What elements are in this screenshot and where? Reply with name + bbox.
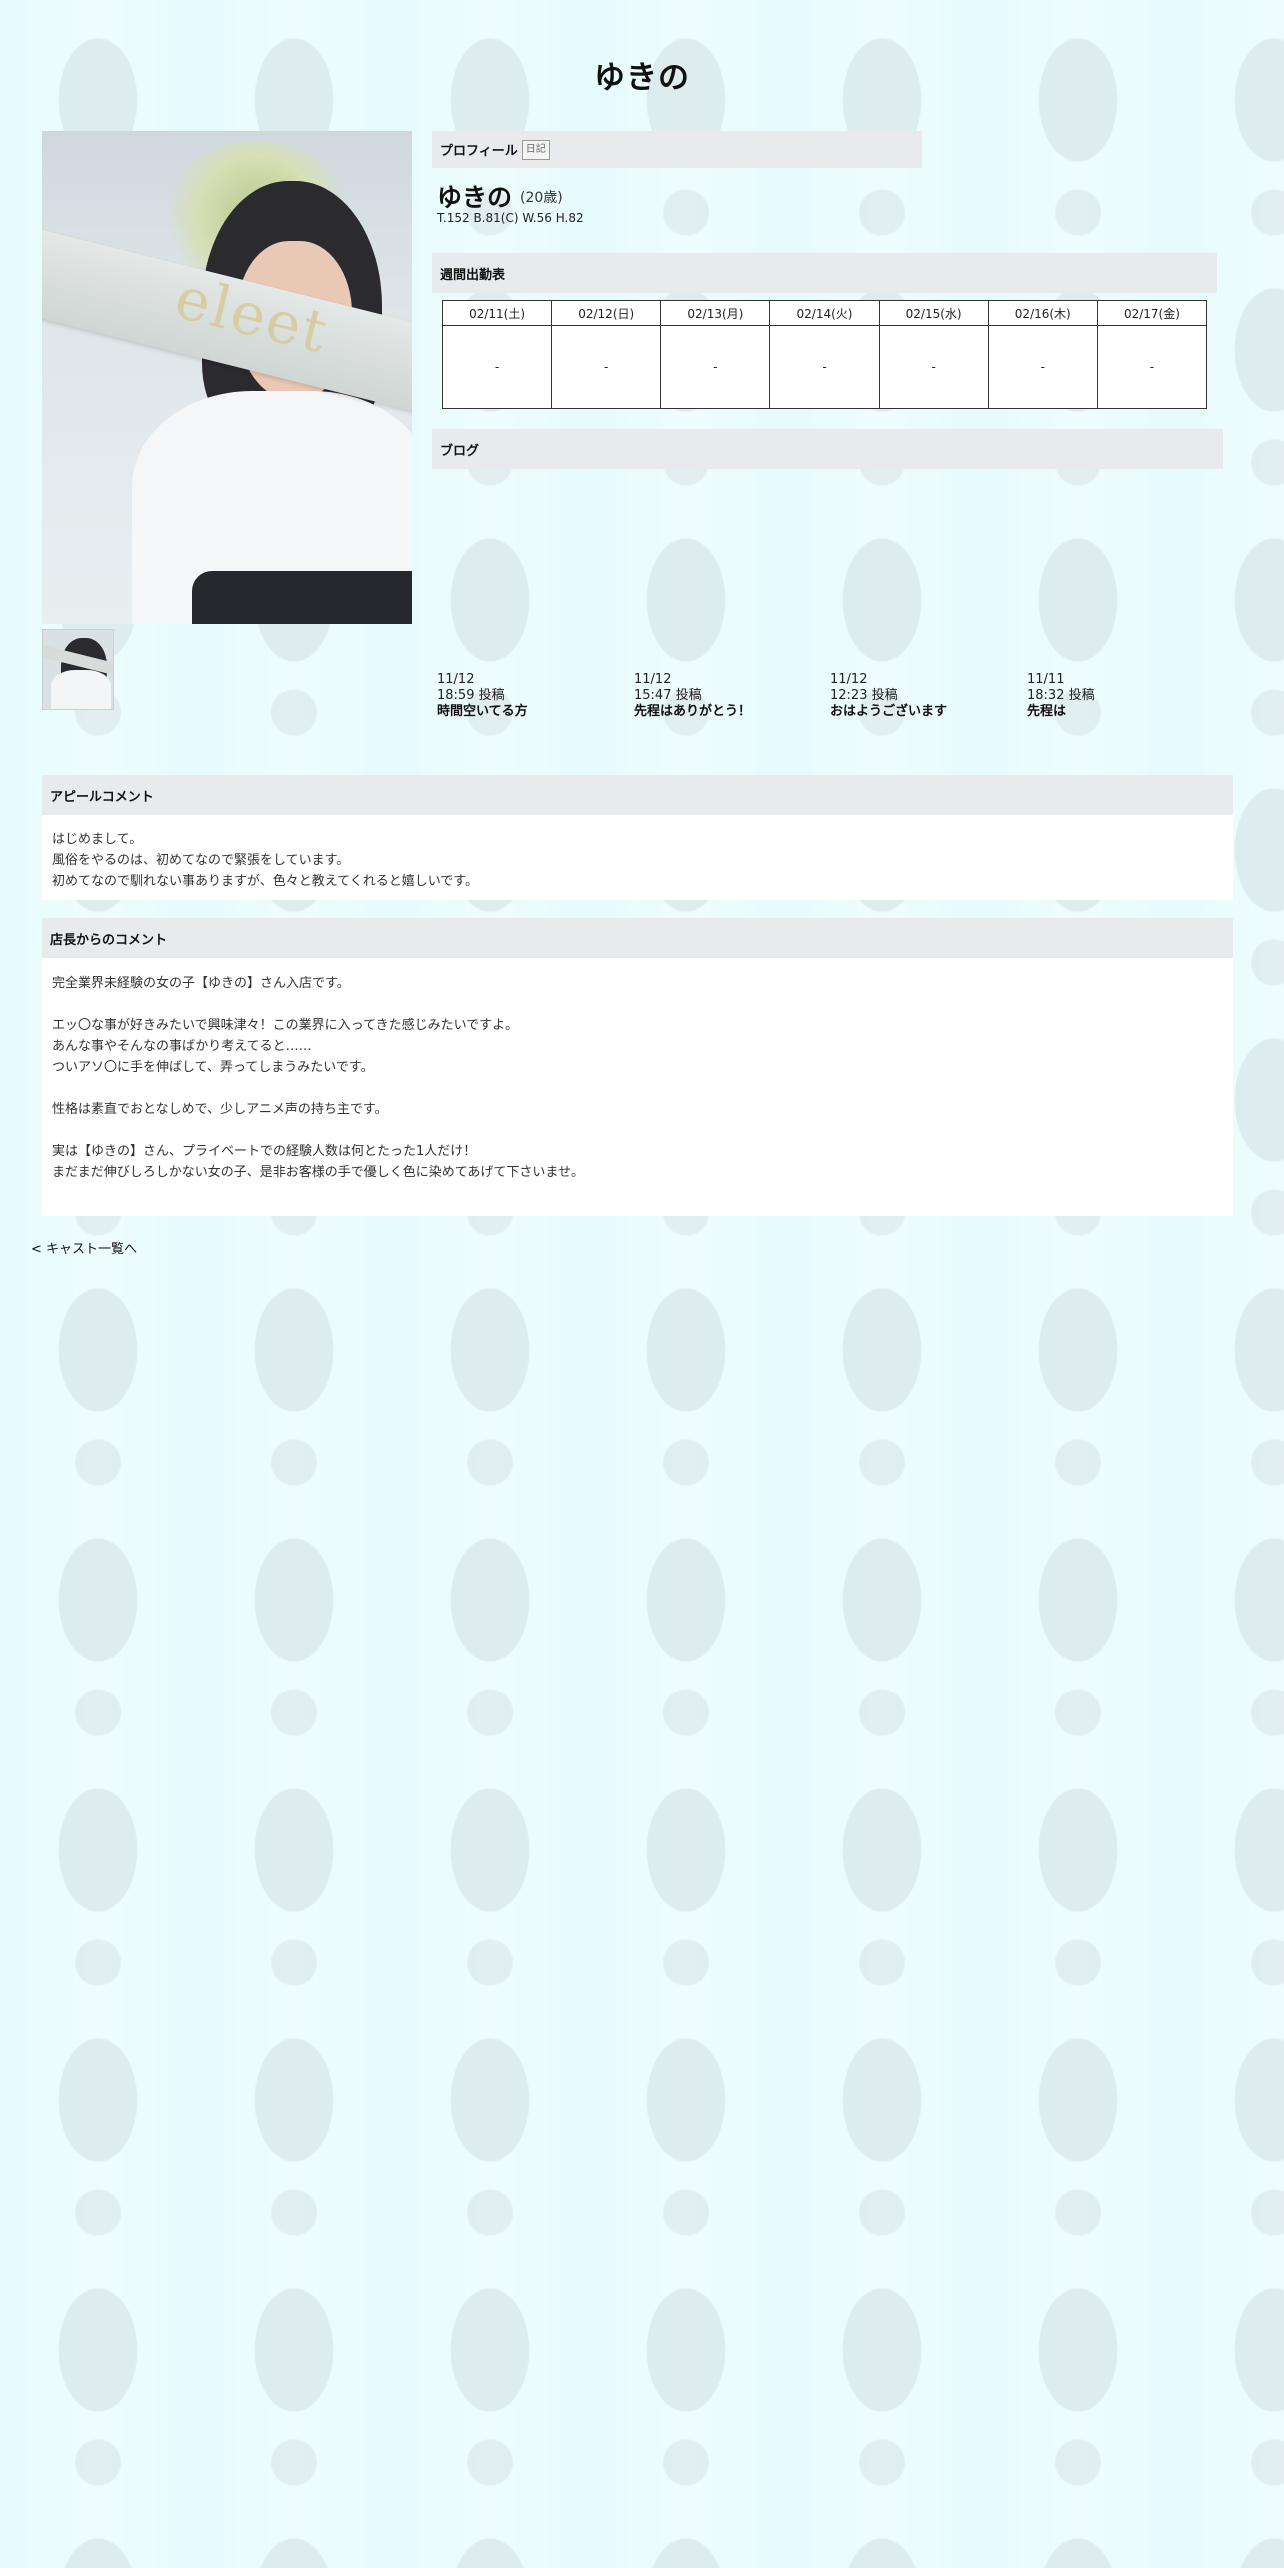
appeal-section-header: アピールコメント	[42, 775, 1233, 815]
manager-line: まだまだ伸びしろしかない女の子、是非お客様の手で優しく色に染めてあげて下さいませ…	[52, 1165, 584, 1180]
photo-skirt	[192, 571, 412, 624]
manager-line: エッ〇な事が好きみたいで興味津々！この業界に入ってきた感じみたいですよ。	[52, 1018, 519, 1033]
blog-post-time: 15:47 投稿	[634, 688, 702, 703]
manager-line: あんな事やそんなの事ばかり考えてると……	[52, 1039, 312, 1054]
thumb-shirt	[51, 670, 111, 709]
appeal-line: 風俗をやるのは、初めてなので緊張をしています。	[52, 853, 350, 868]
blog-post[interactable]: 11/12 18:59 投稿 時間空いてる方	[437, 672, 627, 720]
blog-post[interactable]: 11/11 18:32 投稿 先程は	[1027, 672, 1217, 720]
profile-section-header: プロフィール 日記	[432, 131, 922, 168]
schedule-day: 02/12(日)	[551, 300, 662, 326]
back-to-cast-list-link[interactable]: < キャスト一覧へ	[31, 1238, 137, 1257]
schedule-value: -	[1096, 325, 1208, 409]
schedule-day: 02/13(月)	[660, 300, 771, 326]
schedule-table: 02/11(土) 02/12(日) 02/13(月) 02/14(火) 02/1…	[441, 300, 1208, 409]
blog-post-date: 11/12	[634, 672, 672, 687]
schedule-value: -	[769, 325, 880, 409]
profile-age: (20歳)	[520, 190, 563, 206]
schedule-section-label: 週間出勤表	[440, 267, 506, 283]
blog-post-date: 11/11	[1027, 672, 1065, 687]
manager-section-label: 店長からのコメント	[50, 932, 168, 948]
blog-post-date: 11/12	[830, 672, 868, 687]
schedule-value: -	[551, 325, 662, 409]
schedule-section-header: 週間出勤表	[432, 253, 1217, 293]
appeal-section-label: アピールコメント	[50, 789, 154, 805]
schedule-day: 02/16(木)	[987, 300, 1098, 326]
blog-post-title[interactable]: 先程は	[1027, 704, 1217, 720]
manager-line: 完全業界未経験の女の子【ゆきの】さん入店です。	[52, 976, 350, 991]
manager-line	[52, 1078, 1223, 1099]
blog-post[interactable]: 11/12 15:47 投稿 先程はありがとう！	[634, 672, 824, 720]
profile-measurements: T.152 B.81(C) W.56 H.82	[437, 211, 584, 225]
schedule-day: 02/15(水)	[878, 300, 989, 326]
manager-section-header: 店長からのコメント	[42, 918, 1233, 958]
schedule-value: -	[987, 325, 1098, 409]
manager-line: 性格は素直でおとなしめで、少しアニメ声の持ち主です。	[52, 1102, 388, 1117]
manager-comment: 完全業界未経験の女の子【ゆきの】さん入店です。 エッ〇な事が好きみたいで興味津々…	[42, 958, 1233, 1216]
blog-post-title[interactable]: 先程はありがとう！	[634, 704, 824, 720]
schedule-value: -	[660, 325, 771, 409]
diary-button[interactable]: 日記	[521, 139, 550, 160]
schedule-value-row: - - - - - - -	[441, 325, 1208, 409]
blog-post-time: 18:32 投稿	[1027, 688, 1095, 703]
manager-line: ついアソ〇に手を伸ばして、弄ってしまうみたいです。	[52, 1060, 374, 1075]
schedule-header-row: 02/11(土) 02/12(日) 02/13(月) 02/14(火) 02/1…	[441, 300, 1208, 326]
blog-section-label: ブログ	[440, 443, 480, 459]
blog-post-time: 12:23 投稿	[830, 688, 898, 703]
blog-post-date: 11/12	[437, 672, 475, 687]
photo-thumbnail[interactable]	[42, 629, 114, 710]
cast-main-photo[interactable]: eleet	[42, 131, 412, 624]
schedule-day: 02/17(金)	[1096, 300, 1208, 326]
blog-post-title[interactable]: 時間空いてる方	[437, 704, 627, 720]
schedule-day: 02/14(火)	[769, 300, 880, 326]
schedule-value: -	[441, 325, 553, 409]
blog-post-title[interactable]: おはようございます	[830, 704, 1020, 720]
appeal-line: はじめまして。	[52, 832, 143, 847]
blog-post-time: 18:59 投稿	[437, 688, 505, 703]
manager-line: 実は【ゆきの】さん、プライベートでの経験人数は何とたった1人だけ！	[52, 1144, 477, 1159]
appeal-comment: はじめまして。 風俗をやるのは、初めてなので緊張をしています。 初めてなので馴れ…	[42, 815, 1233, 900]
appeal-line: 初めてなので馴れない事ありますが、色々と教えてくれると嬉しいです。	[52, 874, 479, 889]
page-title: ゆきの	[594, 60, 690, 96]
manager-line	[52, 1120, 1223, 1141]
blog-section-header: ブログ	[432, 429, 1223, 469]
schedule-value: -	[878, 325, 989, 409]
schedule-day: 02/11(土)	[441, 300, 553, 326]
profile-name: ゆきの	[437, 183, 513, 212]
blog-post[interactable]: 11/12 12:23 投稿 おはようございます	[830, 672, 1020, 720]
manager-line	[52, 994, 1223, 1015]
profile-section-label: プロフィール	[440, 144, 518, 159]
